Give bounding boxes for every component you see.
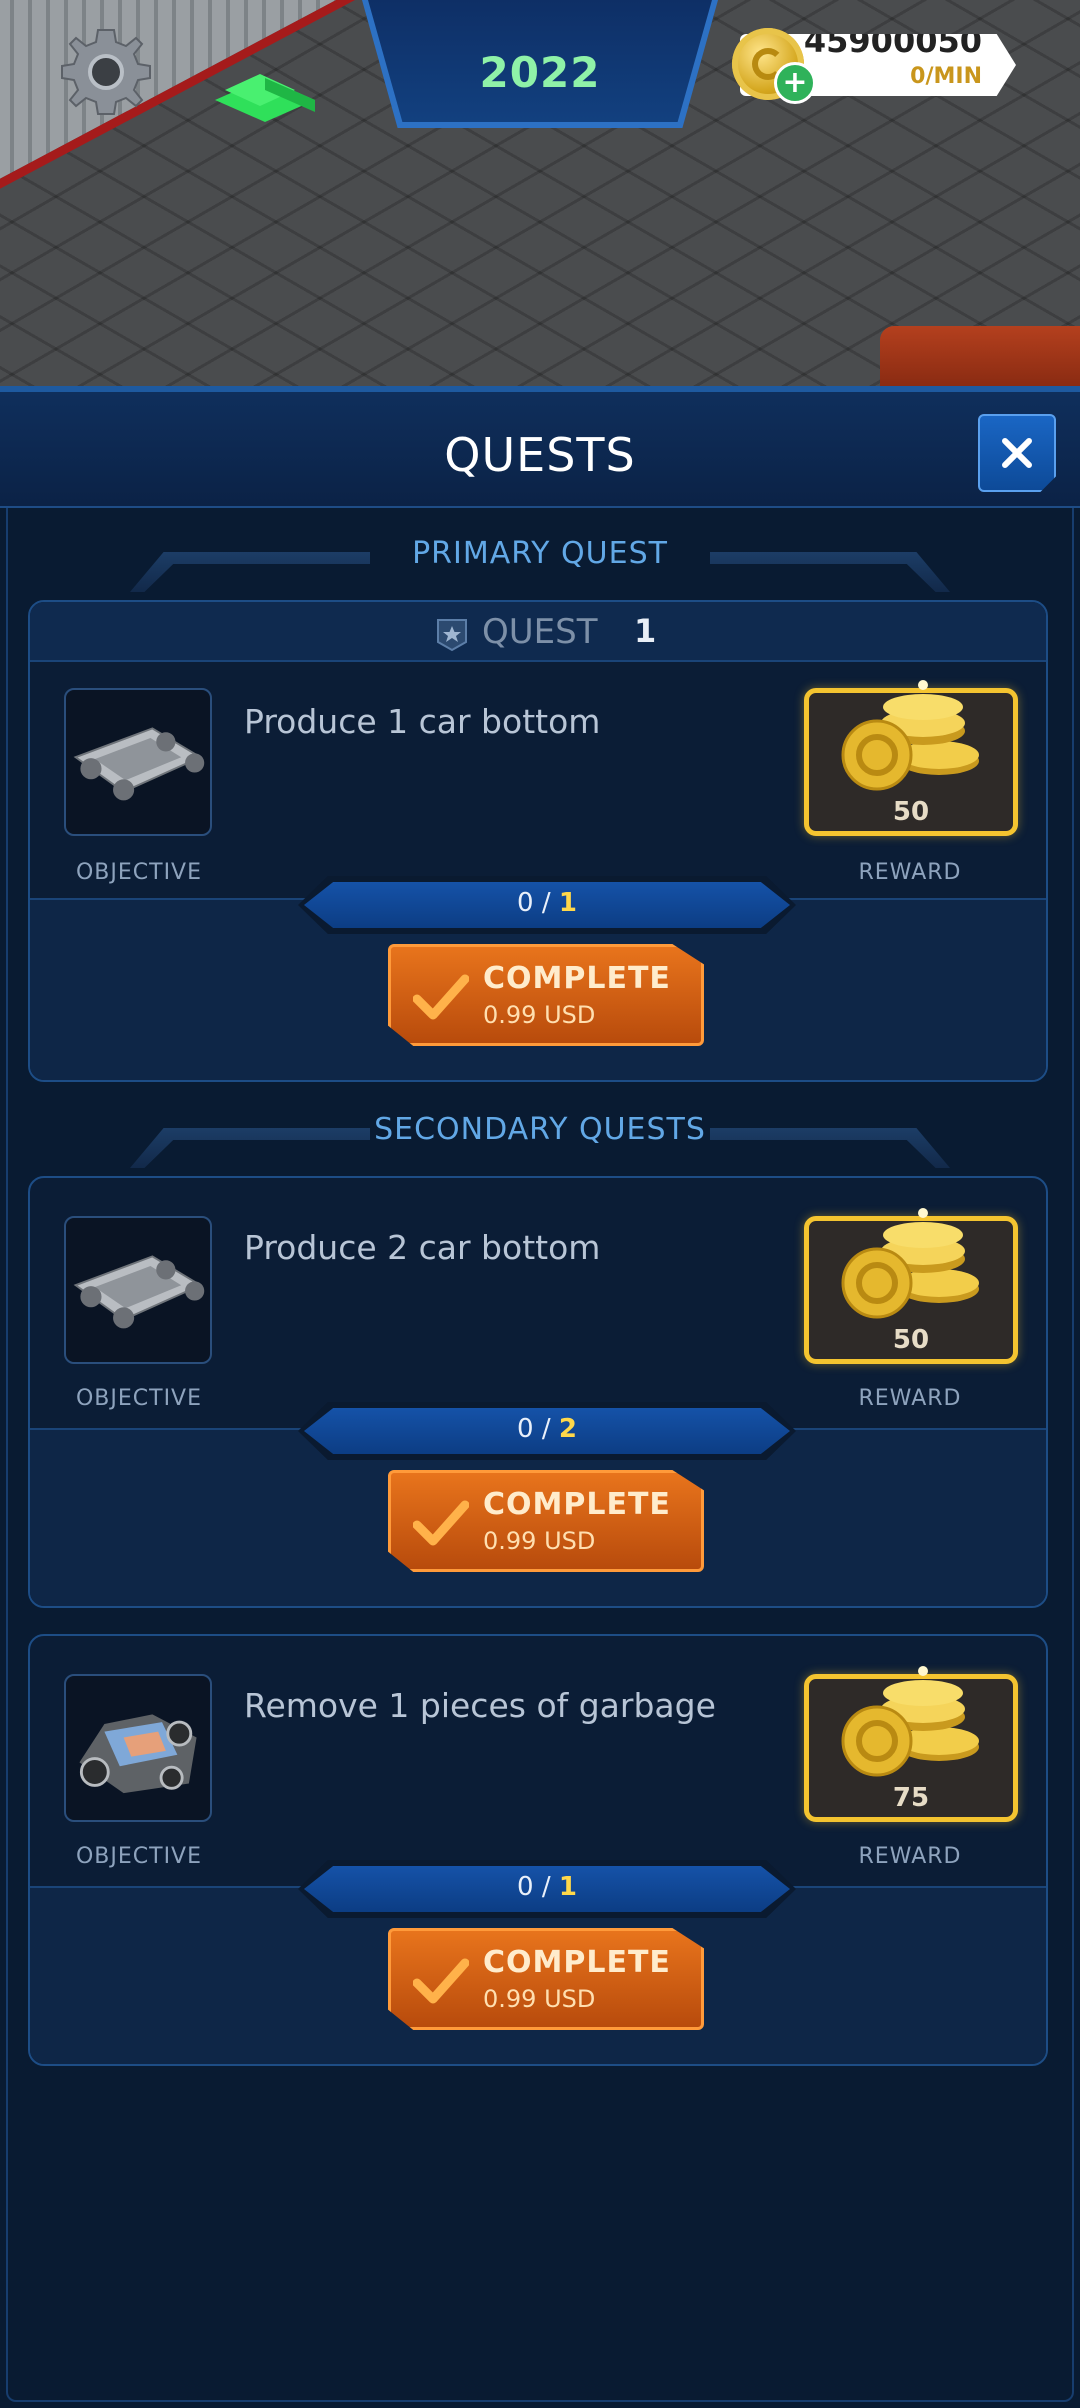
coin-stack-icon — [841, 1208, 979, 1319]
progress-separator: / — [533, 1872, 559, 1902]
year-tab: 2022 — [368, 0, 712, 122]
coin-stack-icon — [841, 1666, 979, 1777]
close-button[interactable] — [978, 414, 1056, 492]
reward-value: 50 — [892, 797, 930, 827]
progress-text: 0 / 2 — [298, 1414, 796, 1444]
progress-separator: / — [533, 1414, 559, 1444]
year-label: 2022 — [479, 47, 601, 97]
objective-label: OBJECTIVE — [75, 860, 203, 885]
objective-image — [64, 688, 212, 836]
close-icon — [1002, 438, 1032, 468]
money-rate: 0/MIN — [910, 64, 982, 89]
green-cargo-icon — [205, 60, 325, 130]
secondary-quests-title: SECONDARY QUESTS — [374, 1112, 706, 1147]
primary-quest-card: QUEST 1 Produce 1 car bottom OBJECTIVE 5… — [28, 600, 1048, 1082]
quest-number: 1 — [634, 612, 657, 650]
secondary-quest-card: Produce 2 car bottom OBJECTIVE 50 REWARD… — [28, 1176, 1048, 1608]
quest-description: Produce 1 car bottom — [244, 702, 601, 741]
secondary-quest-card: Remove 1 pieces of garbage OBJECTIVE 75 … — [28, 1634, 1048, 2066]
reward-value: 75 — [892, 1783, 930, 1813]
panel-title: QUESTS — [444, 428, 636, 482]
complete-price: 0.99 USD — [483, 1001, 596, 1029]
objective-label: OBJECTIVE — [75, 1386, 203, 1411]
quest-progress-bar: 0 / 1 — [298, 1860, 796, 1918]
quest-number-header: QUEST 1 — [30, 602, 1046, 662]
progress-current: 0 — [517, 888, 534, 918]
progress-total: 1 — [558, 888, 577, 918]
quest-progress-bar: 0 / 2 — [298, 1402, 796, 1460]
progress-total: 2 — [558, 1414, 577, 1444]
objective-label: OBJECTIVE — [75, 1844, 203, 1869]
quest-description: Remove 1 pieces of garbage — [244, 1686, 716, 1725]
complete-price: 0.99 USD — [483, 1985, 596, 2013]
complete-label: COMPLETE — [483, 1487, 671, 1522]
reward-label: REWARD — [858, 1386, 962, 1411]
reward-box: 50 — [804, 680, 1018, 836]
checkmark-icon — [413, 1958, 469, 2004]
coin-stack-icon — [841, 680, 979, 791]
car-chassis-icon — [73, 727, 205, 801]
objective-image — [64, 1216, 212, 1364]
complete-label: COMPLETE — [483, 961, 671, 996]
primary-quest-title: PRIMARY QUEST — [412, 536, 668, 571]
complete-price: 0.99 USD — [483, 1527, 596, 1555]
quest-description: Produce 2 car bottom — [244, 1228, 601, 1267]
quest-progress-bar: 0 / 1 — [298, 876, 796, 934]
objective-image — [64, 1674, 212, 1822]
progress-text: 0 / 1 — [298, 888, 796, 918]
progress-current: 0 — [517, 1414, 534, 1444]
complete-label: COMPLETE — [483, 1945, 671, 1980]
quest-label: QUEST — [482, 612, 598, 652]
reward-value: 50 — [892, 1325, 930, 1355]
complete-button[interactable]: COMPLETE 0.99 USD — [388, 944, 704, 1046]
reward-box: 75 — [804, 1666, 1018, 1822]
settings-gear-icon[interactable] — [56, 22, 156, 122]
progress-current: 0 — [517, 1872, 534, 1902]
add-money-button[interactable]: + — [774, 62, 816, 104]
complete-button[interactable]: COMPLETE 0.99 USD — [388, 1470, 704, 1572]
car-chassis-icon — [73, 1255, 205, 1329]
complete-button[interactable]: COMPLETE 0.99 USD — [388, 1928, 704, 2030]
quests-panel: QUESTS PRIMARY QUEST QUEST 1 Produce 1 c… — [0, 386, 1080, 2408]
reward-box: 50 — [804, 1208, 1018, 1364]
quest-shield-icon — [437, 619, 467, 652]
reward-label: REWARD — [858, 860, 962, 885]
garbage-pile-icon — [79, 1714, 197, 1794]
progress-separator: / — [533, 888, 559, 918]
reward-label: REWARD — [858, 1844, 962, 1869]
checkmark-icon — [413, 974, 469, 1020]
progress-text: 0 / 1 — [298, 1872, 796, 1902]
panel-header: QUESTS — [0, 392, 1080, 508]
progress-total: 1 — [558, 1872, 577, 1902]
checkmark-icon — [413, 1500, 469, 1546]
